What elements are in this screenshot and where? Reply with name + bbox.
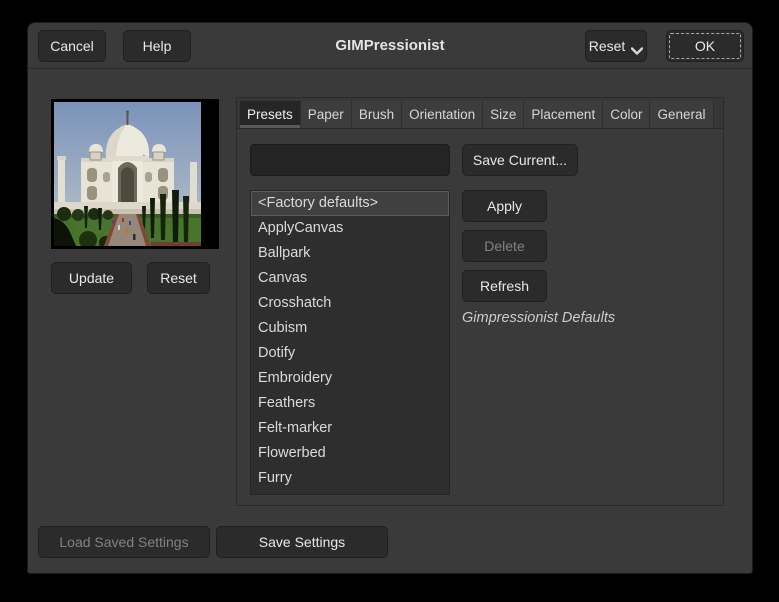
preset-item[interactable]: Cubism <box>251 316 449 341</box>
tab[interactable]: Brush <box>351 101 403 128</box>
preset-item[interactable]: <Factory defaults> <box>251 191 449 216</box>
delete-button[interactable]: Delete <box>462 230 547 262</box>
preset-description: Gimpressionist Defaults <box>462 310 616 326</box>
tab[interactable]: Paper <box>300 101 352 128</box>
settings-notebook: Presets Paper Brush Orientation Size Placemen… <box>236 97 724 506</box>
preset-item[interactable]: Canvas <box>251 266 449 291</box>
preset-item[interactable]: Felt-marker <box>251 416 449 441</box>
preset-item[interactable]: ApplyCanvas <box>251 216 449 241</box>
preset-item[interactable]: Dotify <box>251 341 449 366</box>
preset-item[interactable]: Flowerbed <box>251 441 449 466</box>
gimpressionist-dialog: Cancel Help GIMPressionist Reset OK Upda… <box>27 22 753 574</box>
save-settings-button[interactable]: Save Settings <box>216 526 388 558</box>
preview-actions: Update Reset <box>51 262 210 294</box>
preview-image <box>54 102 201 246</box>
refresh-button[interactable]: Refresh <box>462 270 547 302</box>
ok-button[interactable]: OK <box>666 29 744 62</box>
preset-item[interactable]: Feathers <box>251 391 449 416</box>
reset-dropdown-label: Reset <box>588 37 626 54</box>
reset-dropdown-button[interactable]: Reset <box>585 29 647 62</box>
tab-bar: Presets Paper Brush Orientation Size Placemen… <box>237 98 723 129</box>
apply-button[interactable]: Apply <box>462 190 547 222</box>
load-saved-settings-button[interactable]: Load Saved Settings <box>38 526 210 558</box>
preview-frame <box>51 99 219 249</box>
tab[interactable]: Placement <box>524 101 604 128</box>
preset-list[interactable]: <Factory defaults> ApplyCanvas Ballpark Can… <box>250 190 450 495</box>
save-current-button[interactable]: Save Current... <box>462 144 578 176</box>
tab[interactable]: Size <box>483 101 525 128</box>
tab[interactable]: Orientation <box>402 101 484 128</box>
cancel-button[interactable]: Cancel <box>38 29 106 62</box>
update-button[interactable]: Update <box>51 262 132 294</box>
preset-item[interactable]: Ballpark <box>251 241 449 266</box>
chevron-down-icon <box>631 42 644 55</box>
tab[interactable]: General <box>650 101 714 128</box>
preset-item[interactable]: Embroidery <box>251 366 449 391</box>
dialog-header: Cancel Help GIMPressionist Reset OK <box>28 23 752 69</box>
tab[interactable]: Color <box>603 101 651 128</box>
preset-item[interactable]: Crosshatch <box>251 291 449 316</box>
header-right-group: Reset OK <box>585 29 744 62</box>
preview-reset-button[interactable]: Reset <box>147 262 210 294</box>
help-button[interactable]: Help <box>123 29 191 62</box>
preset-actions: Apply Delete Refresh Gimpressionist Defa… <box>462 190 642 326</box>
tab[interactable]: Presets <box>240 101 301 128</box>
preset-name-input[interactable] <box>250 144 450 176</box>
preset-item[interactable]: Furry <box>251 466 449 491</box>
